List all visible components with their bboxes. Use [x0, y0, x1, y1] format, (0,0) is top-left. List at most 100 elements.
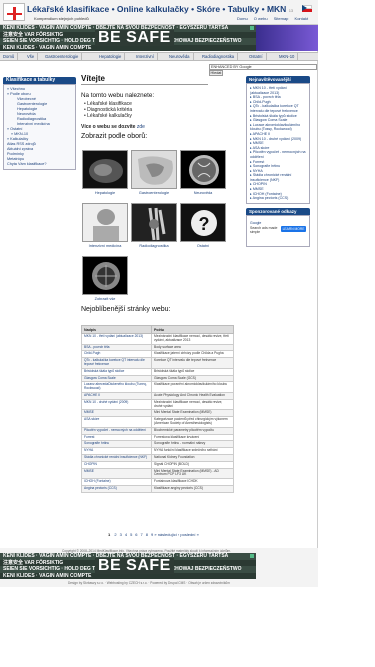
tile-other[interactable]: ? Ostatní: [180, 203, 226, 248]
table-cell-desc: Fontainova klasifikace ICHDK: [151, 478, 234, 486]
sidebar-title: Klasifikace a tabulky: [3, 77, 76, 84]
footer-design: Design by Skrbaszy s.r.o. · Webhosting b…: [68, 581, 230, 585]
pager-last[interactable]: poslední »: [180, 532, 198, 537]
table-cell-desc: Kategorizace pacientů před chirurgickým …: [151, 416, 234, 428]
page-title: Vítejte: [81, 74, 208, 85]
czech-flag-icon[interactable]: [302, 5, 312, 12]
pager-page[interactable]: 7: [141, 532, 143, 537]
pager-page[interactable]: 6: [135, 532, 137, 537]
popular-link[interactable]: MKN 10 - třetí vydání (aktualizace 2013): [250, 86, 306, 95]
table-cell-title[interactable]: CHOPIN: [81, 460, 152, 469]
pager-page[interactable]: 8: [146, 532, 148, 537]
bottom-ad-banner[interactable]: KENI KLIDES · VAGIN AMIN COMPTE · DBEJTE…: [0, 553, 256, 579]
pager: 1 23456789 » následující › poslední »: [108, 532, 199, 537]
neuro-image: [180, 150, 226, 189]
main-nav: Domů Vše Gastroenterologie Hepatologie I…: [0, 52, 318, 61]
table-cell-desc: Acute Physiology And Chronic Health Eval…: [151, 391, 234, 400]
table-cell-title[interactable]: BSA - povrch těla: [81, 343, 152, 352]
sponsored-ad[interactable]: Google Search ads made simple LEARN MORE: [246, 214, 310, 247]
table-cell-title[interactable]: Glasgow Coma Scale: [81, 374, 152, 383]
tile-neuroscience[interactable]: Neurověda: [180, 150, 226, 195]
table-row: QTc - kalkulačka korekce QT intervalu dl…: [81, 357, 234, 369]
top-link-contact[interactable]: Kontakt: [295, 16, 309, 21]
nav-gastroenterology[interactable]: Gastroenterologie: [42, 53, 83, 61]
popular-link[interactable]: Angina pectoris (CCS): [250, 196, 306, 201]
pager-page[interactable]: 2: [114, 532, 116, 537]
tile-all[interactable]: Zobrazit vše: [82, 256, 128, 301]
top-ad-banner[interactable]: KENI KLIDES · VAGIN AMIN COMPTE · DBEJTE…: [0, 25, 256, 51]
table-cell-title[interactable]: MMSE: [81, 409, 152, 418]
nav-radiology[interactable]: Radiodiagnostika: [199, 53, 239, 61]
list-item: Lékařské kalkulačky: [84, 113, 243, 119]
about-link[interactable]: zde: [137, 124, 145, 130]
table-row: MMSE Mini Mental State Examination (MMSE): [81, 409, 234, 418]
site-title[interactable]: Lékařské klasifikace • Online kalkulačky…: [27, 4, 293, 14]
popular-title: Nejnavštěvovanější: [246, 76, 310, 83]
top-link-home[interactable]: Domu: [237, 16, 248, 21]
popular-link[interactable]: Stádia chronické renální insuficience (N…: [250, 173, 306, 182]
find-list: Lékařské klasifikace Diagnostická kritér…: [81, 101, 243, 119]
nav-intensive[interactable]: Intenzivní: [133, 53, 158, 61]
table-row: Sonografie hrtinu Sonografie hrtinu - nor…: [81, 440, 234, 449]
ad-choices-icon[interactable]: [250, 26, 254, 30]
logo[interactable]: [3, 3, 25, 21]
table-cell-title[interactable]: MKN 10 - druhé vydání (2009): [81, 398, 152, 411]
ad-learn-more-button[interactable]: LEARN MORE: [281, 225, 306, 232]
table-cell-title[interactable]: Bristolská škála typů stolice: [81, 367, 152, 376]
table-cell-title[interactable]: QTc - kalkulačka korekce QT intervalu dl…: [81, 357, 152, 369]
table-cell-desc: Mini Mental State Examination (MMSE): [151, 409, 234, 418]
table-header-row: Nadpis Počtu: [81, 325, 234, 334]
sidebar-item[interactable]: Chyta Vám klasifikace?: [7, 162, 72, 167]
header: Lékařské klasifikace • Online kalkulačky…: [0, 0, 318, 25]
main-content: Vítejte Na tomto webu naleznete: Lékařsk…: [81, 74, 243, 140]
table-cell-title[interactable]: Forrest: [81, 433, 152, 442]
side-ad-banner[interactable]: [256, 25, 318, 51]
table-row: BSA - povrch těla Body surface area: [81, 343, 234, 352]
table-header: Počtu: [151, 325, 234, 334]
tile-gastroenterology[interactable]: Gastroenterologie: [131, 150, 177, 195]
table-cell-title[interactable]: Child-Pugh: [81, 350, 152, 359]
pager-next[interactable]: » následující ›: [154, 532, 179, 537]
nav-mkn10[interactable]: MKN-10: [276, 53, 299, 61]
nav-home[interactable]: Domů: [0, 53, 19, 61]
table-cell-desc: Mezinárodní klasifikace nemocí, desátá r…: [151, 398, 234, 411]
find-heading: Na tomto webu naleznete:: [81, 92, 155, 99]
table-cell-desc: Signál CHOPIN (BOLD): [151, 460, 234, 469]
ad-choices-icon[interactable]: [250, 554, 254, 558]
pager-page[interactable]: 3: [120, 532, 122, 537]
nav-hepatology[interactable]: Hepatologie: [96, 53, 126, 61]
popular-link[interactable]: Plicotěn vypočet - nemocných na oddělení: [250, 150, 306, 159]
top-link-sitemap[interactable]: Sitemap: [274, 16, 289, 21]
table-cell-title[interactable]: Lozanz abecedaDiukeného kloubu (Tuneq, R…: [81, 381, 152, 393]
top-link-about[interactable]: O webu: [254, 16, 268, 21]
table-cell-title[interactable]: NYHA: [81, 447, 152, 455]
pager-page[interactable]: 9: [151, 532, 153, 537]
search-input[interactable]: ENHANCED BY Google: [209, 64, 317, 70]
table-cell-title[interactable]: MMSE: [81, 467, 152, 480]
table-cell-title[interactable]: Plicotěn vypočet - nemocných na oddělení: [81, 426, 152, 435]
table-cell-title[interactable]: MKN 10 - třetí vydání (aktualizace 2013): [81, 333, 152, 345]
nav-neuroscience[interactable]: Neurověda: [166, 53, 194, 61]
table-cell-title[interactable]: Stádia chronické renální insuficience (N…: [81, 453, 152, 462]
popular-list: MKN 10 - třetí vydání (aktualizace 2013)…: [246, 83, 310, 204]
popular-link[interactable]: QTc - kalkulačka korekce QT intervalu dl…: [250, 104, 306, 113]
nav-all[interactable]: Vše: [24, 53, 39, 61]
popular-section: Nejoblíbenější stránky webu:: [81, 306, 243, 313]
table-cell-title[interactable]: Angina pectoris (CCS): [81, 484, 152, 493]
popular-link[interactable]: Luxace akromioklavikulárního kloubu (Tos…: [250, 123, 306, 132]
table-cell-title[interactable]: APACHE II: [81, 391, 152, 400]
pager-page[interactable]: 4: [125, 532, 127, 537]
table-cell-title[interactable]: ICHOH (Fontaine): [81, 478, 152, 486]
pager-page[interactable]: 5: [130, 532, 132, 537]
nav-other[interactable]: Ostatní: [246, 53, 267, 61]
table-cell-desc: Klasifikace jaterní cirhózy podle Childa…: [151, 350, 234, 359]
table-cell-desc: Klasifikace poranění akromioklavikulární…: [151, 381, 234, 393]
popular-heading: Nejoblíbenější stránky webu:: [81, 306, 171, 313]
tile-hepatology[interactable]: Hepatologie: [82, 150, 128, 195]
table-cell-title[interactable]: ASA skóre: [81, 416, 152, 428]
tile-intensive[interactable]: Intenzivní medicína: [82, 203, 128, 248]
tile-label: Ostatní: [196, 244, 210, 248]
tile-radiology[interactable]: Radiodiagnostika: [131, 203, 177, 248]
top-links: Domu O webu Sitemap Kontakt: [237, 16, 313, 21]
table-cell-title[interactable]: Sonografie hrtinu: [81, 440, 152, 449]
